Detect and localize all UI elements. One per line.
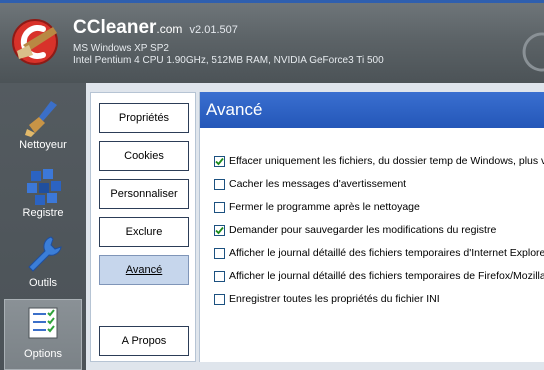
app-title: CCleaner.com v2.01.507 [73,17,238,39]
option-label: Enregistrer toutes les propriétés du fic… [229,293,440,305]
tab-a-propos[interactable]: A Propos [99,326,189,356]
option-label: Afficher le journal détaillé des fichier… [229,270,544,282]
nav-label: Registre [22,207,64,219]
option-checkbox[interactable] [214,178,225,190]
option-row[interactable]: Afficher le journal détaillé des fichier… [214,269,544,283]
app-header: CCleaner.com v2.01.507 MS Windows XP SP2… [0,0,544,83]
content-area: Propriétés Cookies Personnaliser Exclure… [86,83,544,370]
option-label: Fermer le programme après le nettoyage [229,201,420,213]
nav-label: Options [24,348,62,360]
option-row[interactable]: Fermer le programme après le nettoyage [214,200,420,214]
tab-avance[interactable]: Avancé [99,255,189,285]
option-row[interactable]: Demander pour sauvegarder les modificati… [214,223,496,237]
option-label: Demander pour sauvegarder les modificati… [229,224,497,236]
option-row[interactable]: Cacher les messages d'avertissement [214,177,406,191]
advanced-panel: Avancé Effacer uniquement les fichiers, … [199,92,544,362]
decorative-swirl-icon [522,32,544,72]
os-info: MS Windows XP SP2 [73,43,169,54]
tab-personnaliser[interactable]: Personnaliser [99,179,189,209]
tab-proprietes[interactable]: Propriétés [99,103,189,133]
nav-item-registre[interactable]: Registre [0,165,86,231]
ccleaner-logo-icon [9,15,61,67]
option-checkbox[interactable] [214,293,225,305]
app-version: v2.01.507 [189,24,238,36]
hardware-info: Intel Pentium 4 CPU 1.90GHz, 512MB RAM, … [73,55,384,66]
tab-exclure[interactable]: Exclure [99,217,189,247]
option-checkbox[interactable] [214,247,225,259]
left-navigation: Nettoyeur Registre Outils Options [0,83,86,370]
nav-item-nettoyeur[interactable]: Nettoyeur [0,91,86,159]
app-domain: .com [156,22,183,36]
options-tabs: Propriétés Cookies Personnaliser Exclure… [90,92,196,362]
option-label: Afficher le journal détaillé des fichier… [229,247,544,259]
wrench-icon [28,236,62,272]
option-row[interactable]: Afficher le journal détaillé des fichier… [214,246,544,260]
option-label: Cacher les messages d'avertissement [229,178,407,190]
checklist-icon [28,307,58,339]
option-checkbox[interactable] [214,201,225,213]
panel-title: Avancé [200,92,544,128]
option-checkbox[interactable] [214,224,225,236]
option-checkbox[interactable] [214,270,225,282]
option-label: Effacer uniquement les fichiers, du doss… [229,155,544,167]
nav-label: Outils [28,277,58,289]
option-row[interactable]: Enregistrer toutes les propriétés du fic… [214,292,440,306]
option-row[interactable]: Effacer uniquement les fichiers, du doss… [214,154,544,168]
nav-label: Nettoyeur [19,139,67,151]
nav-item-options[interactable]: Options [4,299,82,370]
option-checkbox[interactable] [214,155,225,167]
broom-icon [25,101,57,137]
tab-cookies[interactable]: Cookies [99,141,189,171]
nav-item-outils[interactable]: Outils [0,233,86,299]
registry-cubes-icon [27,169,61,205]
app-name: CCleaner [73,17,157,38]
system-info: MS Windows XP SP2 Intel Pentium 4 CPU 1.… [73,43,384,67]
